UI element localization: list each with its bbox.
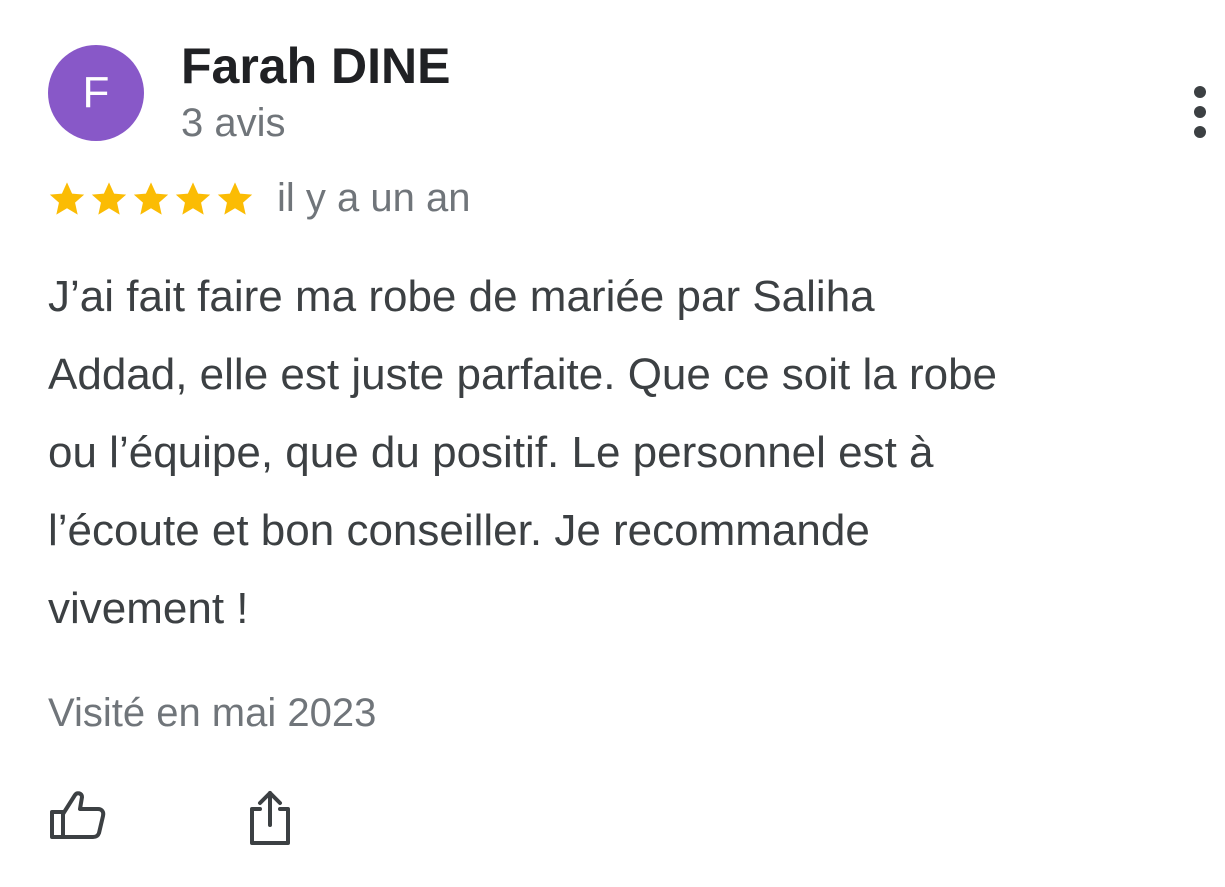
star-icon [217,182,253,215]
author-review-count[interactable]: 3 avis [181,98,286,148]
more-vert-icon-dot [1194,126,1206,138]
thumbs-up-icon [50,791,106,839]
review-text-line: Addad, elle est juste parfaite. Que ce s… [48,350,998,399]
star-rating [46,177,256,221]
review-text-line: ou l’équipe, que du positif. Le personne… [48,428,934,477]
avatar[interactable]: F [48,45,144,141]
star-icon [175,182,211,215]
review-text-line: vivement ! [48,584,249,633]
star-icon [91,182,127,215]
share-button[interactable] [238,785,302,849]
review-card: F Farah DINE 3 avis il y a un an J’ai fa… [0,0,1225,887]
more-vert-icon [1194,86,1206,98]
review-text: J’ai fait faire ma robe de mariée par Sa… [48,258,1225,648]
star-icon [49,182,85,215]
review-date: il y a un an [277,176,471,220]
author-name[interactable]: Farah DINE [181,36,451,96]
avatar-initial: F [82,68,110,117]
review-text-line: J’ai fait faire ma robe de mariée par Sa… [48,272,875,321]
star-icon [133,182,169,215]
share-icon [250,791,290,845]
visit-date: Visité en mai 2023 [48,691,377,735]
more-vert-icon-dot [1194,106,1206,118]
like-button[interactable] [46,785,110,849]
review-text-line: l’écoute et bon conseiller. Je recommand… [48,506,870,555]
more-options-button[interactable] [1180,82,1220,142]
